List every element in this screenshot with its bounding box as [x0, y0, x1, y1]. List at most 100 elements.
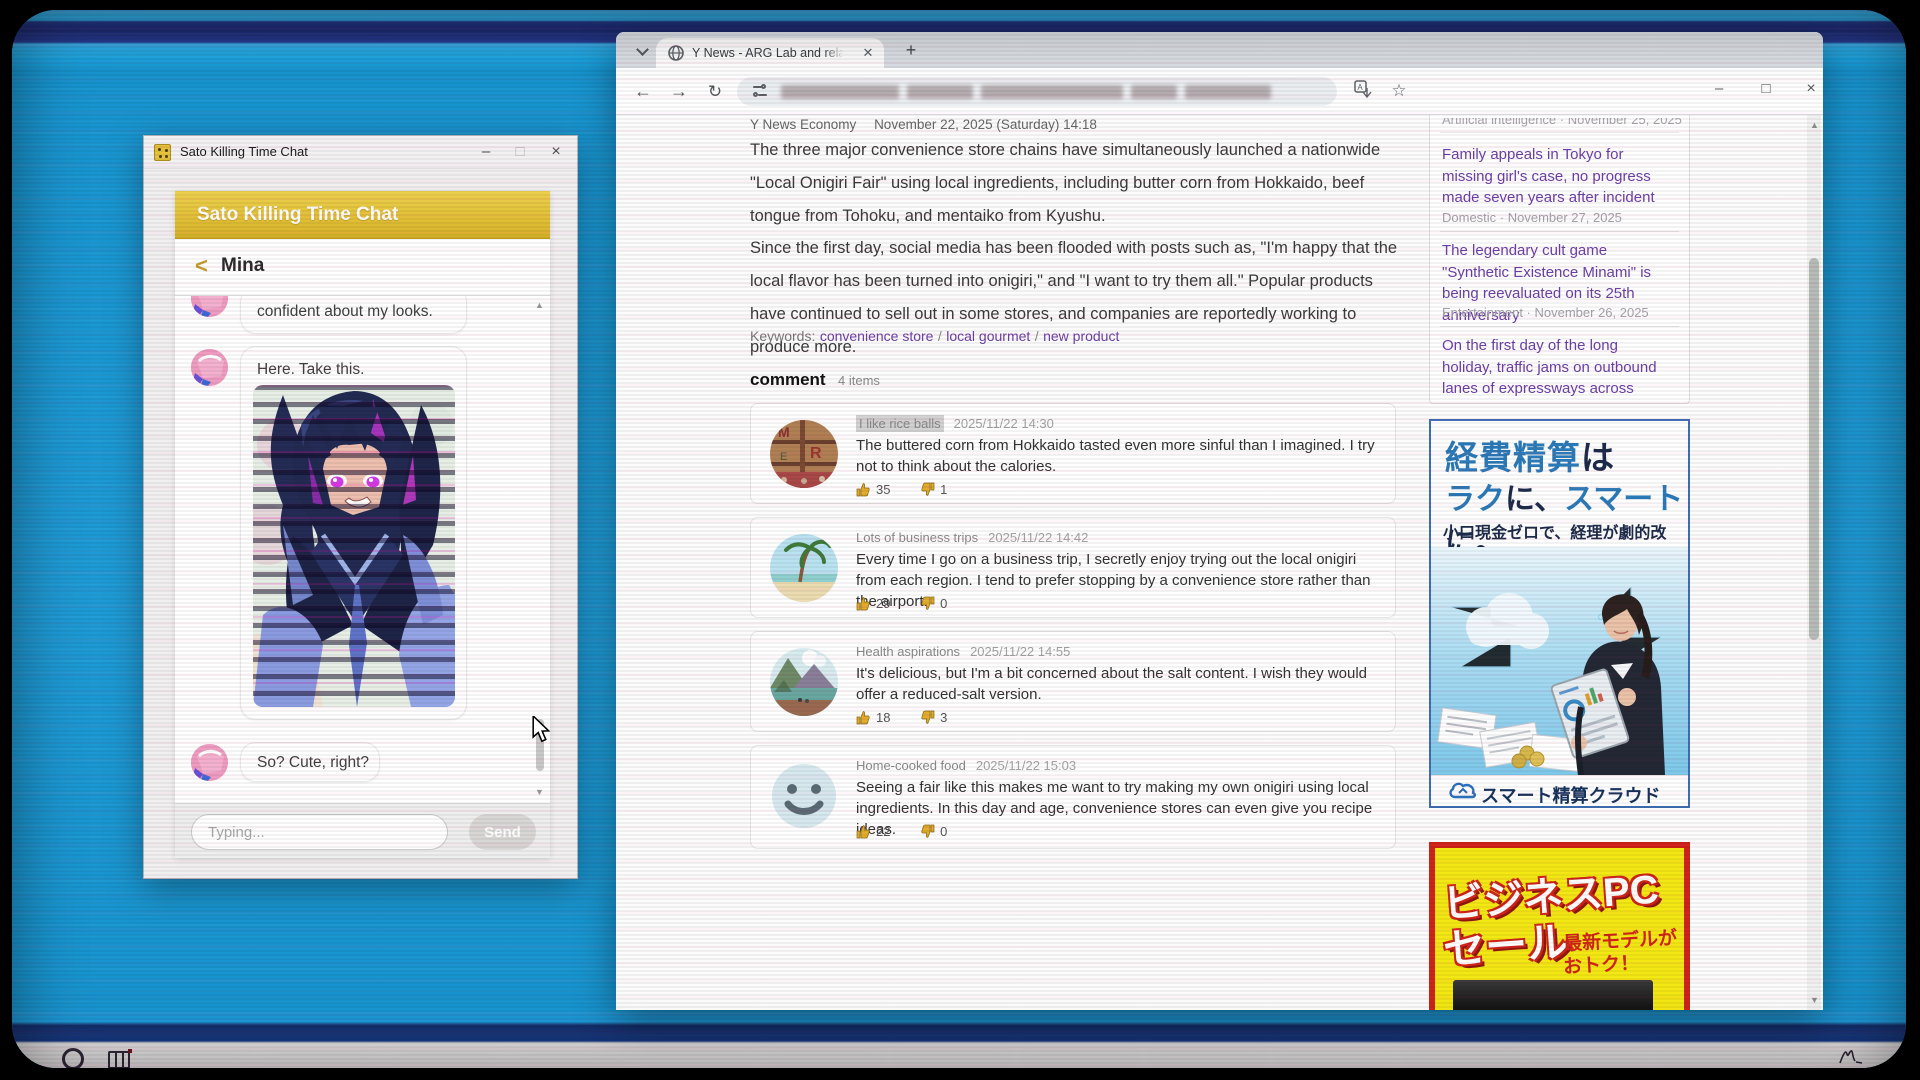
comment-time: 2025/11/22 14:55 [970, 644, 1070, 659]
window-minimize-icon[interactable]: – [1702, 76, 1736, 102]
chat-message-input[interactable] [191, 814, 448, 850]
new-tab-icon[interactable]: + [900, 40, 922, 62]
chat-header-title: Sato Killing Time Chat [197, 204, 398, 226]
keywords-label: Keywords: [750, 328, 815, 344]
chat-window-title: Sato Killing Time Chat [180, 144, 308, 159]
chat-input-bar: Send [175, 803, 550, 858]
comment-user-row: Home-cooked food2025/11/22 15:03 [856, 758, 1076, 773]
svg-text:M: M [778, 424, 790, 440]
related-news-link[interactable]: Family appeals in Tokyo for missing girl… [1442, 144, 1672, 209]
chat-photo-anime-girl[interactable] [253, 385, 455, 707]
page-scrollbar-thumb[interactable] [1809, 258, 1819, 640]
comment-card: Lots of business trips2025/11/22 14:42 E… [750, 517, 1396, 618]
site-settings-icon[interactable] [753, 85, 767, 98]
dislike-button[interactable]: 1 [920, 482, 947, 497]
browser-tab[interactable]: Y News - ARG Lab and related ✕ [656, 38, 884, 68]
avatar [191, 296, 228, 317]
address-bar[interactable] [737, 77, 1337, 106]
back-icon[interactable]: ← [630, 79, 656, 105]
comment-text: The buttered corn from Hokkaido tasted e… [856, 435, 1376, 477]
thumb-up-icon [856, 596, 871, 611]
comment-card: Home-cooked food2025/11/22 15:03 Seeing … [750, 745, 1396, 849]
comment-text: It's delicious, but I'm a bit concerned … [856, 663, 1376, 705]
translate-icon[interactable]: A [1352, 80, 1374, 102]
dislike-button[interactable]: 0 [920, 824, 947, 839]
keyword-separator: / [1035, 328, 1039, 344]
ad-business-pc-sale[interactable]: ビジネスPC セール 最新モデルが おトク！ [1429, 842, 1690, 1010]
chat-minimize-icon[interactable]: – [471, 141, 501, 163]
divider [1440, 231, 1679, 232]
tab-search-chevron-icon[interactable] [636, 43, 649, 56]
bookmark-star-icon[interactable]: ☆ [1388, 80, 1410, 102]
chat-bubble: confident about my looks. [240, 296, 467, 334]
tab-strip: Y News - ARG Lab and related ✕ + [616, 32, 1823, 68]
comment-votes: 35 1 [856, 482, 973, 500]
ad-logo-row: スマート精算クラウド [1431, 775, 1688, 806]
avatar-mountain-lake [770, 648, 838, 716]
comment-username: Health aspirations [856, 644, 960, 659]
ad-expense-cloud[interactable]: 経費精算は ラクに、スマートに。 小口現金ゼロで、経理が劇的改善！ [1429, 419, 1690, 808]
like-button[interactable]: 18 [856, 710, 890, 725]
comment-votes: 29 0 [856, 596, 973, 614]
window-close-icon[interactable]: × [1794, 76, 1828, 102]
comment-username: Lots of business trips [856, 530, 978, 545]
send-button[interactable]: Send [469, 814, 536, 850]
chat-close-icon[interactable]: × [541, 141, 571, 163]
comment-user-row: Lots of business trips 2025/11/22 14:42 [856, 530, 1088, 545]
thumb-up-icon [856, 710, 871, 725]
scroll-down-icon[interactable]: ▼ [1810, 995, 1819, 1005]
comment-username: I like rice balls [856, 415, 944, 432]
related-news-link[interactable]: On the first day of the long holiday, tr… [1442, 335, 1672, 404]
chat-titlebar[interactable]: Sato Killing Time Chat – □ × [144, 136, 577, 169]
reload-icon[interactable]: ↻ [702, 79, 728, 105]
like-button[interactable]: 22 [856, 824, 890, 839]
thumb-down-icon [920, 482, 935, 497]
window-maximize-icon[interactable]: □ [1749, 76, 1783, 102]
blurred-url-segment [781, 85, 899, 99]
chat-nav: < Mina [175, 239, 550, 296]
comments-count: 4 items [838, 373, 880, 388]
page-scrollbar[interactable]: ▲ ▼ [1807, 115, 1821, 1010]
chat-window: Sato Killing Time Chat – □ × Sato Killin… [143, 135, 578, 879]
globe-icon [668, 45, 684, 61]
like-button[interactable]: 35 [856, 482, 890, 497]
comment-card: Health aspirations 2025/11/22 14:55 It's … [750, 631, 1396, 732]
browser-window: Y News - ARG Lab and related ✕ + ← → ↻ [616, 32, 1823, 1010]
thumb-up-icon [856, 482, 871, 497]
forward-icon[interactable]: → [666, 79, 692, 105]
article-meta: Y News Economy November 22, 2025 (Saturd… [750, 117, 1097, 132]
comment-user-row: I like rice balls2025/11/22 14:30 [856, 416, 1054, 431]
chat-message-list[interactable]: confident about my looks. Here. Take thi… [175, 296, 550, 803]
avatar [191, 744, 228, 781]
scroll-up-icon[interactable]: ▲ [1810, 120, 1819, 130]
divider [1440, 132, 1679, 133]
back-chevron-icon[interactable]: < [195, 253, 208, 279]
notification-dot [128, 1049, 132, 1053]
dislike-button[interactable]: 3 [920, 710, 947, 725]
avatar-smiley [770, 762, 838, 830]
like-button[interactable]: 29 [856, 596, 890, 611]
keyword-link[interactable]: new product [1043, 328, 1119, 344]
keyword-separator: / [938, 328, 942, 344]
keyword-link[interactable]: local gourmet [946, 328, 1030, 344]
svg-text:E: E [780, 451, 787, 463]
blurred-url-segment [1131, 85, 1177, 99]
scroll-up-icon[interactable]: ▲ [535, 300, 544, 310]
ad-pc-image [1453, 980, 1653, 1010]
thumb-up-icon [856, 824, 871, 839]
taskbar-search-icon[interactable] [62, 1048, 84, 1068]
chat-maximize-icon[interactable]: □ [505, 141, 535, 163]
chat-message-text: So? Cute, right? [257, 754, 369, 772]
tab-title-fade [824, 44, 852, 64]
blurred-url-segment [907, 85, 973, 99]
chat-bubble: Here. Take this. [240, 346, 467, 720]
comment-votes: 22 0 [856, 824, 973, 842]
keyword-link[interactable]: convenience store [820, 328, 934, 344]
scroll-down-icon[interactable]: ▼ [535, 787, 544, 797]
article-source: Y News Economy [750, 117, 856, 132]
tab-close-icon[interactable]: ✕ [860, 45, 876, 61]
taskbar-taskview-icon[interactable] [108, 1051, 130, 1068]
comment-time: 2025/11/22 14:42 [988, 530, 1088, 545]
dislike-button[interactable]: 0 [920, 596, 947, 611]
chat-message-text: confident about my looks. [257, 303, 433, 321]
